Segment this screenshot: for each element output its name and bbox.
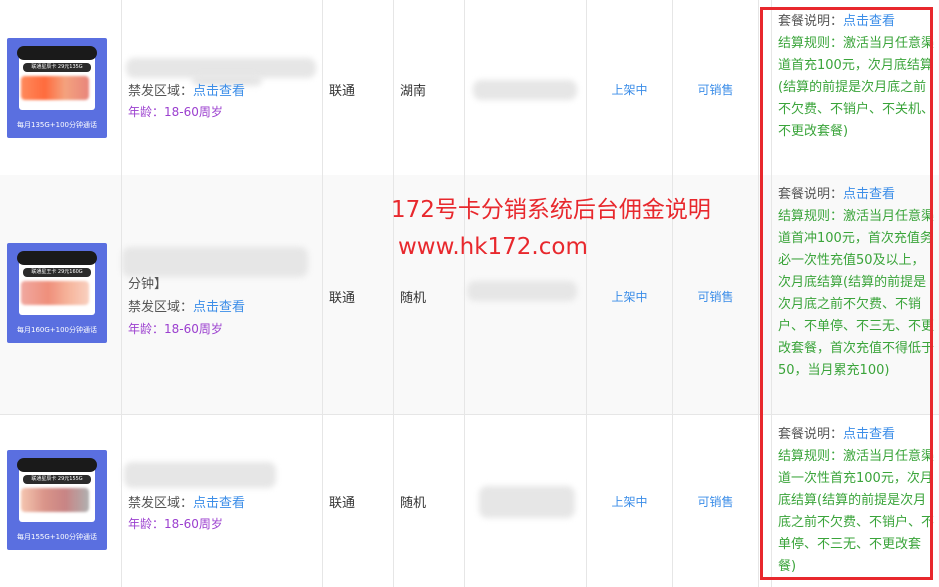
shelf-status-cell: 上架中: [587, 414, 673, 587]
product-table: 联通星辰卡 29元135G 每月135G+100分钟通话 禁发区域：点击查看 年…: [0, 0, 939, 587]
product-name-cell: 禁发区域：点击查看 年龄：18-60周岁: [122, 414, 323, 587]
sale-status-cell: 可销售: [673, 414, 759, 587]
forbidden-region: 禁发区域：点击查看: [128, 80, 245, 99]
settlement-rule-label: 结算规则：: [778, 36, 844, 51]
table-row: 联通星辰卡 29元135G 每月135G+100分钟通话 禁发区域：点击查看 年…: [0, 0, 939, 176]
shelf-status[interactable]: 上架中: [587, 81, 672, 98]
age-range: 年龄：18-60周岁: [128, 322, 223, 336]
spacer-cell: [759, 0, 772, 175]
operator-cell: 联通: [323, 414, 394, 587]
package-desc-link[interactable]: 点击查看: [843, 14, 895, 29]
thumb-card-title: 联通星辰卡 29元135G: [23, 63, 91, 72]
overlay-url: www.hk172.com: [398, 234, 588, 260]
settlement-rule-text: 激活当月任意渠道首冲100元，首次充值务必一次性充值50及以上，次月底结算(结算…: [778, 209, 935, 378]
settlement-rule-text: 激活当月任意渠道首充100元，次月底结算(结算的前提是次月底之前不欠费、不销户、…: [778, 36, 935, 139]
province-cell: 随机: [394, 414, 465, 587]
blurred-value: [473, 80, 577, 100]
forbidden-region-link[interactable]: 点击查看: [193, 84, 245, 99]
settlement-rule-label: 结算规则：: [778, 449, 844, 464]
package-desc-label: 套餐说明：: [778, 427, 844, 442]
shelf-status-cell: 上架中: [587, 0, 673, 175]
operator: 联通: [329, 84, 356, 99]
spacer-cell: [759, 175, 772, 414]
blurred-cell: [465, 414, 587, 587]
operator: 联通: [329, 291, 356, 306]
product-image-cell: 联通星辰卡 29元155G 每月155G+100分钟通话: [0, 414, 122, 587]
blurred-product-name: [124, 462, 276, 488]
province: 随机: [400, 291, 427, 306]
blurred-cell: [465, 0, 587, 175]
description-cell: 套餐说明：点击查看 结算规则：激活当月任意渠道首充100元，次月底结算(结算的前…: [772, 0, 939, 175]
operator-cell: 联通: [323, 175, 394, 414]
blurred-value: [467, 281, 577, 301]
thumb-card-title: 联通星王卡 29元160G: [23, 268, 91, 277]
shelf-status[interactable]: 上架中: [587, 493, 672, 510]
thumb-caption: 每月160G+100分钟通话: [16, 326, 97, 334]
blurred-value: [479, 486, 575, 518]
province-cell: 湖南: [394, 0, 465, 175]
product-thumbnail[interactable]: 联通星王卡 29元160G 每月160G+100分钟通话: [7, 243, 107, 343]
package-desc-link[interactable]: 点击查看: [843, 427, 895, 442]
description-cell: 套餐说明：点击查看 结算规则：激活当月任意渠道一次性首充100元，次月底结算(结…: [772, 414, 939, 587]
settlement-rule-text: 激活当月任意渠道一次性首充100元，次月底结算(结算的前提是次月底之前不欠费、不…: [778, 449, 935, 574]
forbidden-region: 禁发区域：点击查看: [128, 492, 245, 511]
product-image-cell: 联通星王卡 29元160G 每月160G+100分钟通话: [0, 175, 122, 414]
product-thumbnail[interactable]: 联通星辰卡 29元135G 每月135G+100分钟通话: [7, 38, 107, 138]
sale-status[interactable]: 可销售: [673, 81, 758, 98]
forbidden-region: 禁发区域：点击查看: [128, 296, 245, 315]
shelf-status[interactable]: 上架中: [587, 288, 672, 305]
thumb-caption: 每月135G+100分钟通话: [16, 121, 97, 129]
forbidden-region-link[interactable]: 点击查看: [193, 300, 245, 315]
package-desc-link[interactable]: 点击查看: [843, 187, 895, 202]
thumb-caption: 每月155G+100分钟通话: [16, 533, 97, 541]
province: 随机: [400, 496, 427, 511]
age-range: 年龄：18-60周岁: [128, 105, 223, 119]
thumb-card-title: 联通星辰卡 29元155G: [23, 475, 91, 484]
sale-status-cell: 可销售: [673, 0, 759, 175]
description-cell: 套餐说明：点击查看 结算规则：激活当月任意渠道首冲100元，首次充值务必一次性充…: [772, 175, 939, 414]
province: 湖南: [400, 84, 427, 99]
age-range: 年龄：18-60周岁: [128, 517, 223, 531]
forbidden-region-label: 禁发区域：: [128, 496, 194, 511]
forbidden-region-link[interactable]: 点击查看: [193, 496, 245, 511]
package-desc-label: 套餐说明：: [778, 187, 844, 202]
forbidden-region-label: 禁发区域：: [128, 84, 194, 99]
sale-status[interactable]: 可销售: [673, 288, 758, 305]
sale-status[interactable]: 可销售: [673, 493, 758, 510]
table-row: 联通星辰卡 29元155G 每月155G+100分钟通话 禁发区域：点击查看 年…: [0, 414, 939, 587]
settlement-rule-label: 结算规则：: [778, 209, 844, 224]
forbidden-region-label: 禁发区域：: [128, 300, 194, 315]
product-name-cell: 分钟】 禁发区域：点击查看 年龄：18-60周岁: [122, 175, 323, 414]
product-thumbnail[interactable]: 联通星辰卡 29元155G 每月155G+100分钟通话: [7, 450, 107, 550]
spacer-cell: [759, 414, 772, 587]
overlay-title: 172号卡分销系统后台佣金说明: [391, 197, 711, 223]
product-image-cell: 联通星辰卡 29元135G 每月135G+100分钟通话: [0, 0, 122, 175]
operator-cell: 联通: [323, 0, 394, 175]
product-name-suffix: 分钟】: [128, 277, 168, 292]
package-desc-label: 套餐说明：: [778, 14, 844, 29]
product-name-cell: 禁发区域：点击查看 年龄：18-60周岁: [122, 0, 323, 175]
operator: 联通: [329, 496, 356, 511]
